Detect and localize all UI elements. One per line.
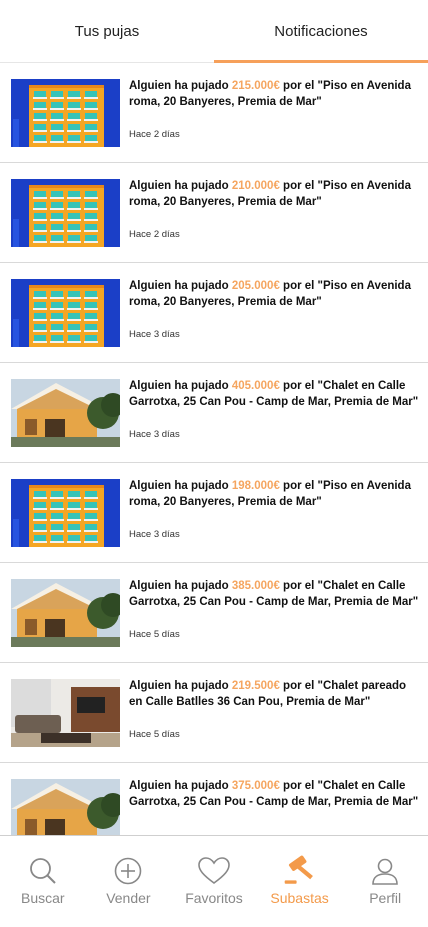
property-thumbnail xyxy=(11,379,120,447)
nav-perfil-label: Perfil xyxy=(369,890,402,906)
nav-buscar[interactable]: Buscar xyxy=(0,836,86,927)
gavel-icon xyxy=(283,854,317,888)
user-icon xyxy=(368,854,402,888)
notification-time: Hace 2 días xyxy=(129,129,180,140)
property-thumbnail xyxy=(11,579,120,647)
notification-item[interactable]: Alguien ha pujado 198.000€ por el "Piso … xyxy=(0,463,428,563)
notification-item[interactable]: Alguien ha pujado 215.000€ por el "Piso … xyxy=(0,63,428,163)
property-thumbnail xyxy=(11,779,120,835)
tab-tus-pujas-label: Tus pujas xyxy=(74,22,140,40)
notification-item[interactable]: Alguien ha pujado 219.500€ por el "Chale… xyxy=(0,663,428,763)
bid-price: 405.000€ xyxy=(231,380,280,392)
notification-item[interactable]: Alguien ha pujado 405.000€ por el "Chale… xyxy=(0,363,428,463)
notification-time: Hace 5 días xyxy=(129,629,180,640)
heart-icon xyxy=(197,854,231,888)
notification-message: Alguien ha pujado 405.000€ por el "Chale… xyxy=(129,380,419,408)
bid-price: 215.000€ xyxy=(231,80,280,92)
notification-message: Alguien ha pujado 385.000€ por el "Chale… xyxy=(129,580,419,608)
bid-price: 385.000€ xyxy=(231,580,280,592)
notification-time: Hace 3 días xyxy=(129,329,180,340)
tab-notificaciones-label: Notificaciones xyxy=(274,22,368,40)
tab-tus-pujas[interactable]: Tus pujas xyxy=(0,0,214,62)
plus-circle-icon xyxy=(111,854,145,888)
property-thumbnail xyxy=(11,679,120,747)
notification-item[interactable]: Alguien ha pujado 205.000€ por el "Piso … xyxy=(0,263,428,363)
notification-time: Hace 5 días xyxy=(129,729,180,740)
notification-message: Alguien ha pujado 205.000€ por el "Piso … xyxy=(129,280,411,308)
bid-price: 205.000€ xyxy=(231,280,280,292)
notification-time: Hace 2 días xyxy=(129,229,180,240)
search-icon xyxy=(26,854,60,888)
property-thumbnail xyxy=(11,79,120,147)
notification-message: Alguien ha pujado 210.000€ por el "Piso … xyxy=(129,180,411,208)
bid-price: 198.000€ xyxy=(231,480,280,492)
property-thumbnail xyxy=(11,179,120,247)
nav-subastas[interactable]: Subastas xyxy=(257,836,343,927)
notification-message: Alguien ha pujado 375.000€ por el "Chale… xyxy=(129,780,419,808)
notification-time: Hace 3 días xyxy=(129,429,180,440)
bid-price: 219.500€ xyxy=(231,680,280,692)
nav-favoritos[interactable]: Favoritos xyxy=(171,836,257,927)
notification-item[interactable]: Alguien ha pujado 210.000€ por el "Piso … xyxy=(0,163,428,263)
tab-notificaciones[interactable]: Notificaciones xyxy=(214,0,428,63)
tab-bar: Tus pujas Notificaciones xyxy=(0,0,428,63)
property-thumbnail xyxy=(11,479,120,547)
notification-message: Alguien ha pujado 215.000€ por el "Piso … xyxy=(129,80,411,108)
nav-perfil[interactable]: Perfil xyxy=(342,836,428,927)
nav-subastas-label: Subastas xyxy=(270,890,329,906)
bid-price: 210.000€ xyxy=(231,180,280,192)
notification-time: Hace 3 días xyxy=(129,529,180,540)
nav-buscar-label: Buscar xyxy=(21,890,65,906)
notification-item[interactable]: Alguien ha pujado 385.000€ por el "Chale… xyxy=(0,563,428,663)
bottom-navigation: Buscar Vender Favoritos Subastas Perfil xyxy=(0,835,428,927)
bid-price: 375.000€ xyxy=(231,780,280,792)
notification-message: Alguien ha pujado 219.500€ por el "Chale… xyxy=(129,680,407,708)
nav-vender[interactable]: Vender xyxy=(86,836,172,927)
nav-favoritos-label: Favoritos xyxy=(185,890,243,906)
notification-list[interactable]: Alguien ha pujado 215.000€ por el "Piso … xyxy=(0,63,428,835)
notification-message: Alguien ha pujado 198.000€ por el "Piso … xyxy=(129,480,411,508)
notification-item[interactable]: Alguien ha pujado 375.000€ por el "Chale… xyxy=(0,763,428,835)
property-thumbnail xyxy=(11,279,120,347)
nav-vender-label: Vender xyxy=(106,890,151,906)
